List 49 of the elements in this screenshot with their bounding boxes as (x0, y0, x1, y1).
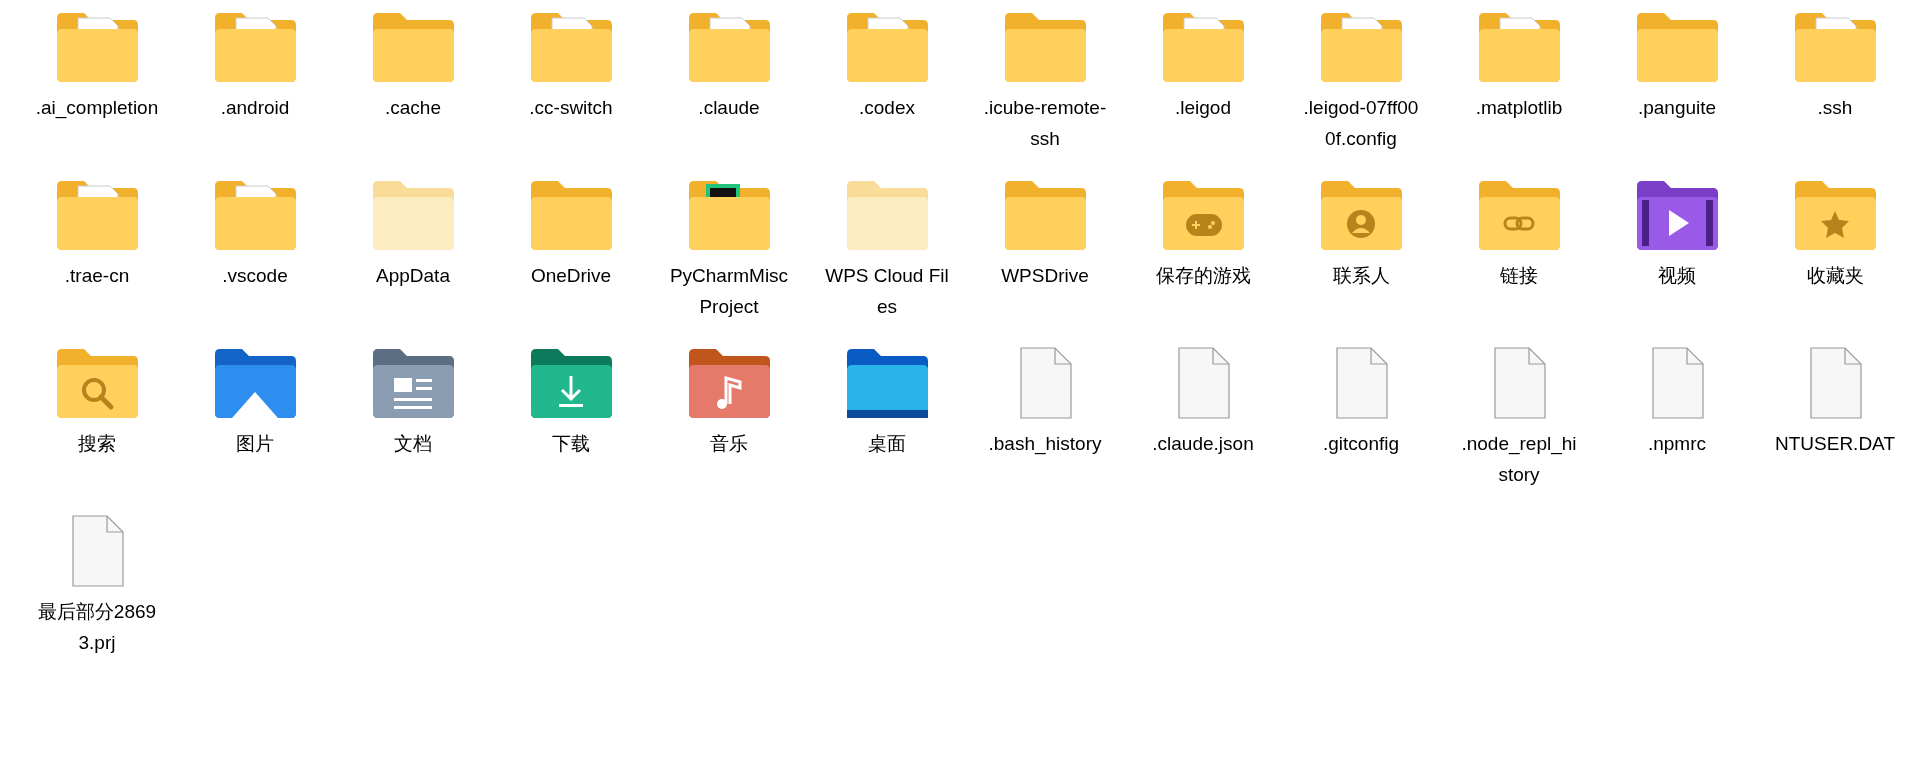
music-folder-icon[interactable] (686, 346, 772, 420)
file-name[interactable]: 视频 (1615, 260, 1739, 291)
video-folder-icon[interactable] (1634, 178, 1720, 252)
file-name[interactable]: 音乐 (667, 428, 791, 459)
downloads-folder-icon[interactable] (528, 346, 614, 420)
file-name[interactable]: 链接 (1457, 260, 1581, 291)
file-name[interactable]: 图片 (193, 428, 317, 459)
file-name[interactable]: 文档 (351, 428, 475, 459)
desktop-folder-icon[interactable] (844, 346, 930, 420)
file-name[interactable]: 最后部分28693.prj (35, 596, 159, 658)
file-name[interactable]: PyCharmMiscProject (667, 260, 791, 322)
contacts-folder-icon[interactable] (1318, 178, 1404, 252)
file-name[interactable]: .ai_completion (35, 92, 159, 123)
file-name[interactable]: 收藏夹 (1773, 260, 1897, 291)
file-name[interactable]: .bash_history (983, 428, 1107, 459)
file-name[interactable]: .ssh (1773, 92, 1897, 123)
file-name[interactable]: .gitconfig (1299, 428, 1423, 459)
pictures-folder-icon[interactable] (212, 346, 298, 420)
file-name[interactable]: 搜索 (35, 428, 159, 459)
file-name[interactable]: .leigod-07ff000f.config (1299, 92, 1423, 154)
file-name[interactable]: WPSDrive (983, 260, 1107, 291)
file-name[interactable]: AppData (351, 260, 475, 291)
file-name[interactable]: .vscode (193, 260, 317, 291)
file-name[interactable]: .node_repl_history (1457, 428, 1581, 490)
search-folder-icon[interactable] (54, 346, 140, 420)
star-folder-icon[interactable] (1792, 178, 1878, 252)
file-name[interactable]: .npmrc (1615, 428, 1739, 459)
link-folder-icon[interactable] (1476, 178, 1562, 252)
file-name[interactable]: .cc-switch (509, 92, 633, 123)
file-name[interactable]: 保存的游戏 (1141, 260, 1265, 291)
file-name[interactable]: 下载 (509, 428, 633, 459)
folder-icon[interactable] (686, 178, 772, 252)
file-name[interactable]: .matplotlib (1457, 92, 1581, 123)
documents-folder-icon[interactable] (370, 346, 456, 420)
file-name[interactable]: 桌面 (825, 428, 949, 459)
file-name[interactable]: .android (193, 92, 317, 123)
file-name[interactable]: .claude (667, 92, 791, 123)
file-name[interactable]: WPS Cloud Files (825, 260, 949, 322)
file-name[interactable]: .icube-remote-ssh (983, 92, 1107, 154)
file-name[interactable]: .trae-cn (35, 260, 159, 291)
game-folder-icon[interactable] (1160, 178, 1246, 252)
file-name[interactable]: OneDrive (509, 260, 633, 291)
file-name[interactable]: .claude.json (1141, 428, 1265, 459)
file-name[interactable]: .codex (825, 92, 949, 123)
file-name[interactable]: .panguite (1615, 92, 1739, 123)
file-name[interactable]: .cache (351, 92, 475, 123)
file-name[interactable]: .leigod (1141, 92, 1265, 123)
file-name[interactable]: NTUSER.DAT (1773, 428, 1897, 459)
file-name[interactable]: 联系人 (1299, 260, 1423, 291)
